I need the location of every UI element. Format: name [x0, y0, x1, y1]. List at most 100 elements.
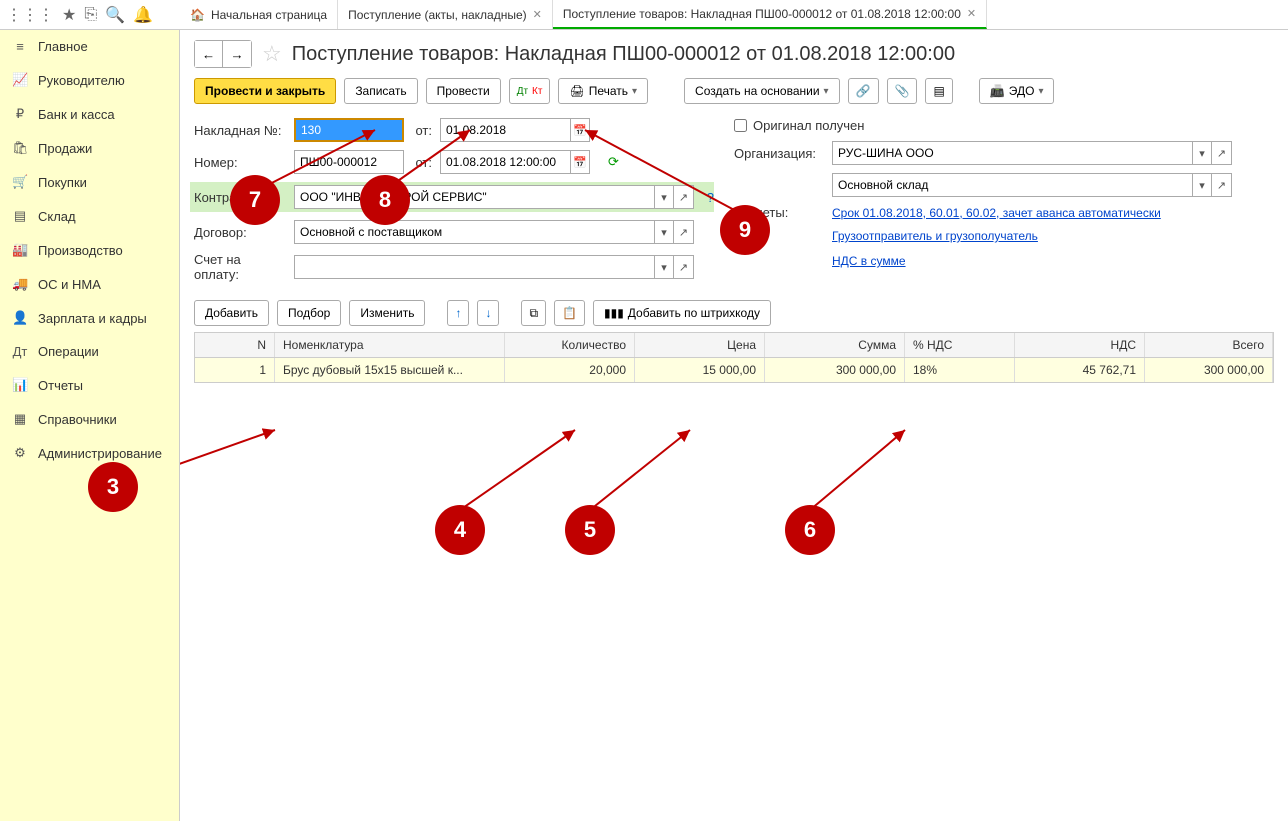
sidebar-item-label: Главное [38, 39, 88, 54]
printer-icon: 🖨 [569, 84, 584, 98]
col-vat[interactable]: % НДС [905, 333, 1015, 357]
favorite-star-icon[interactable]: ☆ [262, 41, 282, 67]
vat-link[interactable]: НДС в сумме [832, 254, 906, 268]
calendar-icon[interactable]: 📅 [570, 118, 590, 142]
copy-rows-button[interactable]: ⧉ [521, 300, 546, 326]
menu-icon: ≡ [12, 39, 28, 54]
payment-invoice-input[interactable] [294, 255, 654, 279]
apps-icon[interactable]: ⋮⋮⋮ [6, 5, 54, 25]
warehouse-input[interactable] [832, 173, 1192, 197]
create-based-button[interactable]: Создать на основании [684, 78, 840, 104]
copy-icon[interactable]: ⎘ [84, 6, 97, 24]
edo-button[interactable]: 📠 ЭДО [979, 78, 1055, 104]
bag-icon: 🛍 [12, 140, 28, 156]
callout-3: 3 [88, 462, 138, 512]
sidebar-item-label: Операции [38, 344, 99, 359]
link-button[interactable]: 🔗 [848, 78, 879, 104]
attach-button[interactable]: 📎 [887, 78, 918, 104]
open-icon[interactable]: ↗ [674, 255, 694, 279]
sidebar-item-salary[interactable]: 👤Зарплата и кадры [0, 301, 179, 335]
move-down-button[interactable]: ↓ [477, 300, 499, 326]
book-icon: ▦ [12, 411, 28, 427]
calendar-icon[interactable]: 📅 [570, 150, 590, 174]
tab-document[interactable]: Поступление товаров: Накладная ПШ00-0000… [553, 0, 987, 29]
sidebar-item-assets[interactable]: 🚚ОС и НМА [0, 267, 179, 301]
sidebar-item-label: Справочники [38, 412, 117, 427]
post-button[interactable]: Провести [426, 78, 501, 104]
dropdown-icon[interactable]: ▾ [1192, 141, 1212, 165]
tab-document-label: Поступление товаров: Накладная ПШ00-0000… [563, 7, 961, 21]
open-icon[interactable]: ↗ [1212, 173, 1232, 197]
dropdown-icon[interactable]: ▾ [654, 220, 674, 244]
open-icon[interactable]: ↗ [674, 185, 694, 209]
bell-icon[interactable]: 🔔 [133, 5, 153, 25]
sidebar-item-references[interactable]: ▦ Справочники [0, 402, 179, 436]
payment-invoice-label: Счет на оплату: [194, 252, 286, 282]
open-icon[interactable]: ↗ [674, 220, 694, 244]
number-input[interactable] [294, 150, 404, 174]
col-quantity[interactable]: Количество [505, 333, 635, 357]
sidebar-item-manager[interactable]: 📈Руководителю [0, 63, 179, 97]
col-n[interactable]: N [195, 333, 275, 357]
bars-icon: 📊 [12, 377, 28, 393]
tab-receipts[interactable]: Поступление (акты, накладные) ✕ [338, 0, 553, 29]
sidebar-item-label: Производство [38, 243, 123, 258]
close-icon[interactable]: ✕ [967, 7, 976, 20]
search-icon[interactable]: 🔍 [105, 5, 125, 25]
cell-price: 15 000,00 [635, 358, 765, 382]
action-toolbar: Провести и закрыть Записать Провести ДтК… [194, 78, 1274, 104]
sidebar-item-purchases[interactable]: 🛒Покупки [0, 165, 179, 199]
sidebar-item-label: Склад [38, 209, 76, 224]
print-button[interactable]: 🖨 Печать [558, 78, 648, 104]
add-row-button[interactable]: Добавить [194, 300, 269, 326]
invoice-no-input[interactable] [294, 118, 404, 142]
counterparty-input[interactable] [294, 185, 654, 209]
sidebar-item-sales[interactable]: 🛍Продажи [0, 131, 179, 165]
person-icon: 👤 [12, 310, 28, 326]
save-button[interactable]: Записать [344, 78, 417, 104]
original-received-checkbox[interactable] [734, 119, 747, 132]
col-total[interactable]: Всего [1145, 333, 1273, 357]
dropdown-icon[interactable]: ▾ [654, 255, 674, 279]
open-icon[interactable]: ↗ [1212, 141, 1232, 165]
cart-icon: 🛒 [12, 174, 28, 190]
dropdown-icon[interactable]: ▾ [1192, 173, 1212, 197]
contract-input[interactable] [294, 220, 654, 244]
consignor-link[interactable]: Грузоотправитель и грузополучатель [832, 229, 1038, 243]
tool-icons: ⋮⋮⋮ ★ ⎘ 🔍 🔔 [0, 5, 180, 25]
forward-button[interactable]: → [223, 41, 251, 67]
sidebar-item-bank[interactable]: ₽Банк и касса [0, 97, 179, 131]
add-by-barcode-button[interactable]: ▮▮▮ Добавить по штрихкоду [593, 300, 771, 326]
org-input[interactable] [832, 141, 1192, 165]
sidebar-item-label: Администрирование [38, 446, 162, 461]
sidebar-item-production[interactable]: 🏭Производство [0, 233, 179, 267]
pick-button[interactable]: Подбор [277, 300, 341, 326]
sidebar-item-reports[interactable]: 📊Отчеты [0, 368, 179, 402]
col-price[interactable]: Цена [635, 333, 765, 357]
from-label: от: [412, 123, 432, 138]
table-row[interactable]: 1 Брус дубовый 15х15 высшей к... 20,000 … [195, 358, 1273, 382]
registers-button[interactable]: ▤ [925, 78, 952, 104]
sidebar-item-operations[interactable]: ДтОперации [0, 335, 179, 368]
post-and-close-button[interactable]: Провести и закрыть [194, 78, 336, 104]
col-nomenclature[interactable]: Номенклатура [275, 333, 505, 357]
back-button[interactable]: ← [195, 41, 223, 67]
help-icon[interactable]: ? [707, 190, 714, 205]
close-icon[interactable]: ✕ [533, 8, 542, 21]
star-icon[interactable]: ★ [62, 5, 76, 25]
edit-row-button[interactable]: Изменить [349, 300, 425, 326]
sidebar-item-admin[interactable]: ⚙Администрирование [0, 436, 179, 470]
dropdown-icon[interactable]: ▾ [654, 185, 674, 209]
refresh-icon[interactable]: ⟳ [608, 154, 619, 170]
number-date-input[interactable] [440, 150, 570, 174]
dt-kt-button[interactable]: ДтКт [509, 78, 551, 104]
paste-rows-button[interactable]: 📋 [554, 300, 585, 326]
move-up-button[interactable]: ↑ [447, 300, 469, 326]
tab-home[interactable]: 🏠 Начальная страница [180, 0, 338, 29]
col-sum[interactable]: Сумма [765, 333, 905, 357]
invoice-date-input[interactable] [440, 118, 570, 142]
sidebar-item-main[interactable]: ≡ Главное [0, 30, 179, 63]
calc-link[interactable]: Срок 01.08.2018, 60.01, 60.02, зачет ава… [832, 206, 1161, 220]
sidebar-item-warehouse[interactable]: ▤Склад [0, 199, 179, 233]
col-vatsum[interactable]: НДС [1015, 333, 1145, 357]
